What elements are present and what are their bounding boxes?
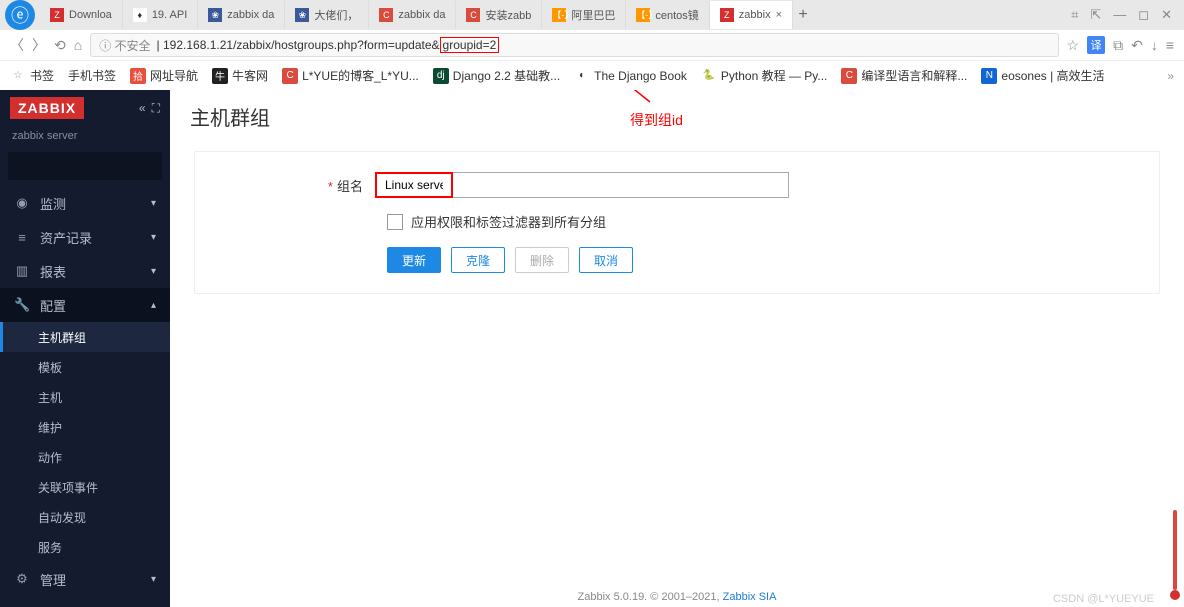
- content-area: 主机群组 得到组id *组名 应用权限和标签过滤器到所有分组 更新 克隆 删除 …: [170, 90, 1184, 607]
- home-button[interactable]: ⌂: [74, 37, 82, 53]
- browser-tab[interactable]: ❀zabbix da: [198, 1, 285, 29]
- browser-tab[interactable]: Zzabbix×: [710, 1, 793, 29]
- checkbox-label: 应用权限和标签过滤器到所有分组: [411, 212, 606, 231]
- nav-sub-item[interactable]: 主机: [0, 382, 170, 412]
- url-text: 192.168.1.21/zabbix/hostgroups.php?form=…: [163, 38, 440, 52]
- bookmark-item[interactable]: 🐍Python 教程 — Py...: [701, 67, 827, 84]
- download-icon[interactable]: ⇱: [1090, 7, 1101, 23]
- delete-button: 删除: [515, 247, 569, 273]
- bookmark-item[interactable]: Neosones | 高效生活: [981, 67, 1104, 84]
- browser-tab[interactable]: C安装zabb: [456, 1, 542, 29]
- reload-button[interactable]: ⟲: [54, 37, 66, 54]
- browser-tab[interactable]: Czabbix da: [369, 1, 456, 29]
- menu-icon[interactable]: ≡: [1166, 37, 1174, 53]
- annotation-text: 得到组id: [630, 110, 683, 130]
- nav-sub-item[interactable]: 服务: [0, 532, 170, 562]
- collapse-sidebar-icon[interactable]: «: [139, 101, 146, 116]
- nav-sub-item[interactable]: 模板: [0, 352, 170, 382]
- sidebar: ZABBIX « ⛶ zabbix server 🔍 ◉监测▾≡资产记录▾▥报表…: [0, 90, 170, 607]
- nav-item[interactable]: ◉监测▾: [0, 186, 170, 220]
- update-button[interactable]: 更新: [387, 247, 441, 273]
- nav-item[interactable]: ≡资产记录▾: [0, 220, 170, 254]
- nav-sub-item[interactable]: 自动发现: [0, 502, 170, 532]
- group-name-input-ext[interactable]: [453, 172, 789, 198]
- tab-close-icon[interactable]: ×: [776, 9, 782, 21]
- bookmark-item[interactable]: ◐The Django Book: [574, 68, 687, 84]
- nav-item[interactable]: 🔧配置▴: [0, 288, 170, 322]
- insecure-label: ⓘ 不安全: [99, 37, 150, 54]
- nav-sub-item[interactable]: 动作: [0, 442, 170, 472]
- sidebar-search-input[interactable]: [16, 159, 171, 173]
- apply-permissions-checkbox[interactable]: [387, 214, 403, 230]
- close-window-icon[interactable]: ✕: [1161, 7, 1172, 23]
- browser-tab[interactable]: ZDownloa: [40, 1, 123, 29]
- back-button[interactable]: 〈: [10, 35, 24, 55]
- undo-icon[interactable]: ↶: [1131, 37, 1143, 54]
- url-highlight: groupid=2: [440, 37, 500, 53]
- browser-tab[interactable]: 【-】centos镜: [626, 1, 709, 29]
- nav-item[interactable]: ⚙管理▾: [0, 562, 170, 596]
- watermark: CSDN @L*YUEYUE: [1053, 593, 1154, 605]
- browser-tab[interactable]: 【-】阿里巴巴: [542, 1, 626, 29]
- clone-button[interactable]: 克隆: [451, 247, 505, 273]
- fullscreen-icon[interactable]: ⛶: [152, 101, 160, 116]
- url-input[interactable]: ⓘ 不安全 | 192.168.1.21/zabbix/hostgroups.p…: [90, 33, 1058, 57]
- bookmarks-overflow[interactable]: »: [1167, 69, 1174, 83]
- bookmark-item[interactable]: 手机书签: [68, 67, 116, 84]
- nav-sub-item[interactable]: 主机群组: [0, 322, 170, 352]
- footer-link[interactable]: Zabbix SIA: [723, 591, 777, 603]
- name-label: *组名: [225, 176, 375, 195]
- server-name: zabbix server: [0, 126, 170, 152]
- downloads-icon[interactable]: ↓: [1151, 37, 1158, 53]
- screenshot-icon[interactable]: ⌗: [1071, 7, 1078, 23]
- window-controls: ⌗ ⇱ — ◻ ✕: [1071, 7, 1184, 23]
- browser-chrome: ⓔ ZDownloa♦19. API❀zabbix da❀大佬们，Czabbix…: [0, 0, 1184, 60]
- tab-bar: ⓔ ZDownloa♦19. API❀zabbix da❀大佬们，Czabbix…: [0, 0, 1184, 30]
- browser-tab[interactable]: ♦19. API: [123, 1, 198, 29]
- favorite-icon[interactable]: ☆: [1067, 37, 1080, 54]
- new-tab-button[interactable]: +: [793, 6, 813, 24]
- bookmarks-bar: ☆书签手机书签拾网址导航牛牛客网 CL*YUE的博客_L*YU... djDjang…: [0, 60, 1184, 90]
- bookmark-item[interactable]: djDjango 2.2 基础教...: [433, 67, 560, 84]
- maximize-icon[interactable]: ◻: [1138, 7, 1149, 23]
- bookmark-item[interactable]: 拾网址导航: [130, 67, 198, 84]
- zabbix-logo[interactable]: ZABBIX: [10, 97, 84, 119]
- browser-tab[interactable]: ❀大佬们，: [285, 1, 369, 29]
- bookmark-item[interactable]: C编译型语言和解释...: [841, 67, 967, 84]
- extensions-icon[interactable]: ⧉: [1113, 37, 1123, 54]
- nav-item[interactable]: ▥报表▾: [0, 254, 170, 288]
- bookmark-item[interactable]: CL*YUE的博客_L*YU...: [282, 67, 419, 84]
- group-name-input[interactable]: [379, 174, 449, 196]
- annotation-arrow: [590, 90, 670, 112]
- sidebar-search[interactable]: 🔍: [8, 152, 162, 180]
- bookmark-item[interactable]: 牛牛客网: [212, 67, 268, 84]
- translate-icon[interactable]: 译: [1087, 36, 1105, 54]
- forward-button[interactable]: 〉: [32, 35, 46, 55]
- browser-app-icon[interactable]: ⓔ: [5, 0, 35, 30]
- address-bar: 〈 〉 ⟲ ⌂ ⓘ 不安全 | 192.168.1.21/zabbix/host…: [0, 30, 1184, 60]
- footer: Zabbix 5.0.19. © 2001–2021, Zabbix SIA: [170, 591, 1184, 603]
- nav-sub-item[interactable]: 关联项事件: [0, 472, 170, 502]
- nav-sub-item[interactable]: 维护: [0, 412, 170, 442]
- bookmark-item[interactable]: ☆书签: [10, 67, 54, 84]
- minimize-icon[interactable]: —: [1113, 7, 1126, 23]
- cancel-button[interactable]: 取消: [579, 247, 633, 273]
- form-panel: *组名 应用权限和标签过滤器到所有分组 更新 克隆 删除 取消: [194, 151, 1160, 294]
- thermometer-widget: [1170, 510, 1180, 600]
